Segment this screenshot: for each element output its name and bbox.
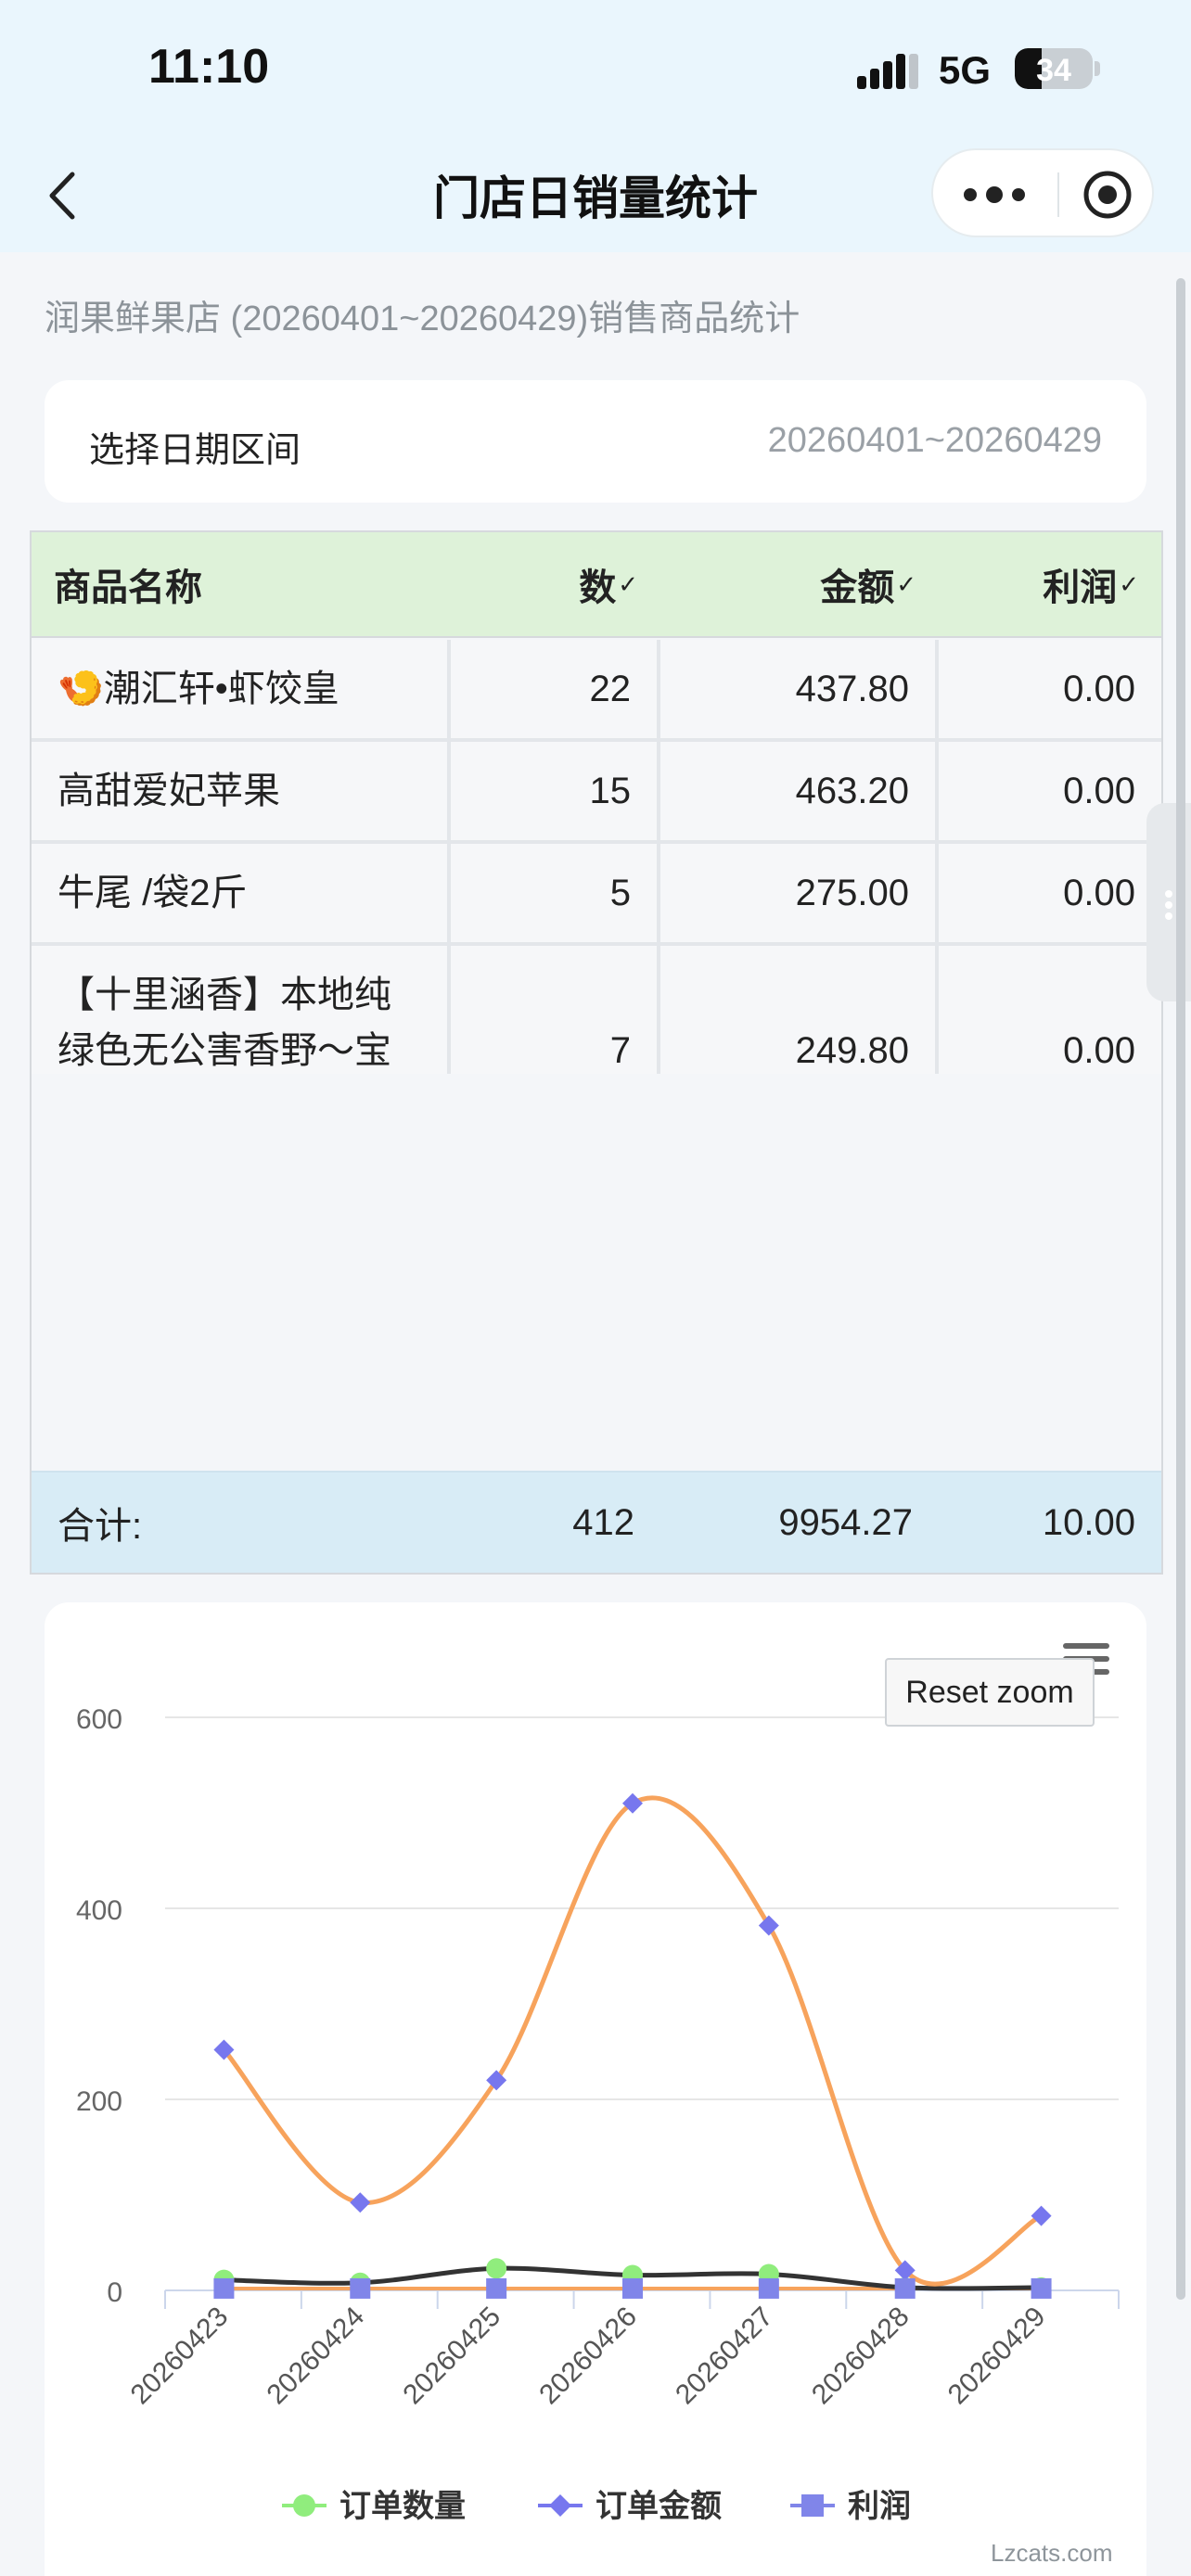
- legend-label: 订单数量: [339, 2489, 466, 2524]
- legend-label: 订单金额: [596, 2488, 722, 2524]
- row-amount: 437.80: [660, 640, 939, 742]
- report-subtitle: 润果鲜果店 (20260401~20260429)销售商品统计: [45, 300, 800, 338]
- row-profit: 0.00: [939, 844, 1161, 946]
- series-line-order-amount: [222, 1795, 1043, 2287]
- y-tick-label: 200: [76, 2086, 122, 2117]
- row-name: 牛尾 /袋2斤: [32, 844, 451, 946]
- capsule-divider: [1057, 172, 1059, 217]
- column-header-amount-label: 金额: [820, 567, 895, 608]
- total-profit: 10.00: [1042, 1501, 1135, 1543]
- row-profit: 0.00: [939, 640, 1161, 742]
- sort-check-icon: ✓: [896, 569, 916, 598]
- row-amount: 249.80: [660, 946, 939, 1074]
- x-tick-label: 20260426: [533, 2302, 643, 2411]
- close-target-icon[interactable]: [1082, 169, 1133, 221]
- row-qty: 5: [451, 844, 660, 946]
- column-header-profit-label: 利润: [1043, 567, 1118, 608]
- data-point-profit: [486, 2277, 507, 2299]
- sort-check-icon: ✓: [1119, 569, 1139, 598]
- date-range-picker[interactable]: 选择日期区间 20260401~20260429: [45, 380, 1146, 503]
- date-range-value[interactable]: 20260401~20260429: [768, 421, 1102, 461]
- legend-marker-square-icon: [801, 2494, 824, 2517]
- data-point-order-amount: [350, 2192, 371, 2213]
- row-amount: 463.20: [660, 742, 939, 844]
- data-point-order-amount: [758, 1915, 779, 1936]
- x-tick-label: 20260425: [397, 2302, 506, 2411]
- legend-marker-diamond-icon: [549, 2494, 571, 2517]
- sort-check-icon: ✓: [618, 569, 638, 598]
- row-name: 🍤潮汇轩•虾饺皇: [32, 640, 451, 742]
- x-tick-label: 20260429: [942, 2302, 1052, 2411]
- table-body[interactable]: 🍤潮汇轩•虾饺皇 22 437.80 0.00 高甜爱妃苹果 15 463.20 0.00 牛尾…: [32, 640, 1161, 1074]
- data-point-profit: [894, 2277, 916, 2299]
- x-tick-label: 20260424: [262, 2302, 371, 2411]
- column-header-name: 商品名称: [32, 532, 451, 638]
- total-label: 合计:: [58, 1506, 143, 1547]
- total-amount: 9954.27: [778, 1501, 913, 1543]
- table-header: 商品名称 数 ✓ 金额 ✓ 利润 ✓: [32, 532, 1161, 638]
- status-time: 11:10: [148, 40, 270, 94]
- total-qty: 412: [572, 1501, 634, 1543]
- row-name: 高甜爱妃苹果: [32, 742, 451, 844]
- table-total-row: 合计: 412 9954.27 10.00: [32, 1471, 1161, 1573]
- reset-zoom-button[interactable]: Reset zoom: [885, 1658, 1095, 1727]
- nav-bar: 门店日销量统计: [0, 139, 1191, 252]
- battery-level: 34: [1036, 53, 1071, 88]
- row-qty: 22: [451, 640, 660, 742]
- legend-marker-circle-icon: [293, 2494, 315, 2517]
- data-point-profit: [758, 2277, 779, 2299]
- battery-icon: 34: [1015, 48, 1093, 89]
- row-qty: 7: [451, 946, 660, 1074]
- date-range-label: 选择日期区间: [89, 431, 301, 470]
- page-scrollbar-thumb[interactable]: [1176, 278, 1185, 2300]
- y-tick-label: 600: [76, 1704, 122, 1735]
- data-point-profit: [213, 2277, 235, 2299]
- page-scrollbar[interactable]: [1176, 278, 1185, 2300]
- header-area: 11:10 5G 34 门店日销量统计: [0, 0, 1191, 252]
- signal-icon: [857, 54, 918, 89]
- data-point-profit: [622, 2277, 643, 2299]
- x-tick-label: 20260423: [125, 2302, 235, 2411]
- x-tick-label: 20260427: [670, 2302, 779, 2411]
- column-header-amount[interactable]: 金额 ✓: [660, 532, 939, 638]
- watermark: Lzcats.com: [991, 2539, 1113, 2567]
- data-point-order-count: [486, 2258, 507, 2279]
- table-rows: 🍤潮汇轩•虾饺皇 22 437.80 0.00 高甜爱妃苹果 15 463.20 0.00 牛尾…: [32, 640, 1161, 1074]
- y-tick-label: 0: [107, 2277, 122, 2308]
- chart-canvas[interactable]: 020040060020260423 20260424 20260425 202604…: [45, 1602, 1146, 2576]
- sales-table: 商品名称 数 ✓ 金额 ✓ 利润 ✓ 🍤潮汇轩•虾饺皇 22 437.80 0.00 高甜爱妃…: [30, 530, 1163, 1575]
- more-icon[interactable]: [957, 174, 1031, 215]
- x-tick-label: 20260428: [806, 2302, 916, 2411]
- column-header-profit[interactable]: 利润 ✓: [939, 532, 1161, 638]
- network-type: 5G: [939, 48, 992, 92]
- row-profit: 0.00: [939, 742, 1161, 844]
- status-bar: 11:10 5G 34: [0, 0, 1191, 139]
- row-profit: 0.00: [939, 946, 1161, 1074]
- row-amount: 275.00: [660, 844, 939, 946]
- column-header-qty[interactable]: 数 ✓: [451, 532, 660, 638]
- battery-tip: [1095, 61, 1100, 76]
- column-header-name-label: 商品名称: [54, 567, 202, 608]
- mini-program-capsule: [931, 148, 1154, 237]
- column-header-qty-label: 数: [579, 567, 617, 608]
- legend-label: 利润: [848, 2489, 911, 2524]
- sales-chart: 0 200 400 600 20260423 20260424 20260425 202604…: [45, 1602, 1146, 2576]
- row-name: 【十里涵香】本地纯绿色无公害香野～宝宝👶🏻草莓【大果】: [32, 946, 451, 1074]
- data-point-profit: [1031, 2277, 1052, 2299]
- row-qty: 15: [451, 742, 660, 844]
- data-point-profit: [350, 2277, 371, 2299]
- y-tick-label: 400: [76, 1895, 122, 1926]
